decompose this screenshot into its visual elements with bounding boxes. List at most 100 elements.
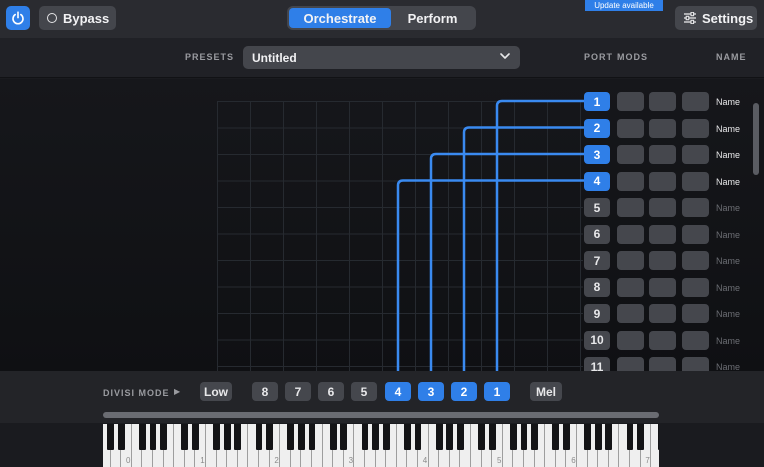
divisi-button-4[interactable]: 4 bbox=[385, 382, 411, 401]
divisi-button-low[interactable]: Low bbox=[200, 382, 232, 401]
port-name-2[interactable]: Name bbox=[716, 124, 740, 134]
port-button-7[interactable]: 7 bbox=[584, 251, 610, 270]
divisi-button-8[interactable]: 8 bbox=[252, 382, 278, 401]
mod-slot[interactable] bbox=[649, 198, 676, 217]
port-button-6[interactable]: 6 bbox=[584, 224, 610, 244]
black-key[interactable] bbox=[404, 424, 411, 450]
port-name-9[interactable]: Name bbox=[716, 309, 740, 319]
mod-slot[interactable] bbox=[682, 171, 709, 191]
black-key[interactable] bbox=[457, 424, 464, 450]
mod-slot[interactable] bbox=[682, 330, 709, 350]
power-button[interactable] bbox=[6, 6, 30, 30]
port-name-3[interactable]: Name bbox=[716, 150, 740, 160]
black-key[interactable] bbox=[563, 424, 570, 450]
port-name-4[interactable]: Name bbox=[716, 177, 740, 187]
black-key[interactable] bbox=[213, 424, 220, 450]
mod-slot[interactable] bbox=[682, 357, 709, 371]
divisi-button-2[interactable]: 2 bbox=[451, 382, 477, 401]
black-key[interactable] bbox=[255, 424, 263, 450]
mod-slot[interactable] bbox=[682, 118, 709, 138]
ports-scrollbar[interactable] bbox=[753, 103, 759, 175]
mod-slot[interactable] bbox=[682, 198, 709, 217]
black-key[interactable] bbox=[340, 424, 348, 450]
port-button-5[interactable]: 5 bbox=[584, 198, 610, 217]
mod-slot[interactable] bbox=[682, 277, 709, 297]
update-available-badge[interactable]: Update available bbox=[585, 0, 663, 11]
black-key[interactable] bbox=[192, 424, 199, 450]
black-key[interactable] bbox=[107, 424, 114, 450]
black-key[interactable] bbox=[520, 424, 528, 450]
black-key[interactable] bbox=[298, 424, 305, 450]
port-button-8[interactable]: 8 bbox=[584, 277, 610, 297]
black-key[interactable] bbox=[594, 424, 602, 450]
black-key[interactable] bbox=[361, 424, 369, 450]
key-range-slider[interactable] bbox=[103, 412, 659, 418]
black-key[interactable] bbox=[435, 424, 443, 450]
play-arrow-icon[interactable]: ▶ bbox=[174, 387, 180, 396]
tab-orchestrate[interactable]: Orchestrate bbox=[289, 8, 391, 28]
black-key[interactable] bbox=[626, 424, 634, 450]
divisi-button-1[interactable]: 1 bbox=[484, 382, 510, 401]
mod-slot[interactable] bbox=[682, 145, 709, 164]
black-key[interactable] bbox=[658, 424, 659, 450]
port-name-11[interactable]: Name bbox=[716, 362, 740, 371]
mod-slot[interactable] bbox=[617, 330, 644, 350]
mod-slot[interactable] bbox=[617, 92, 644, 111]
black-key[interactable] bbox=[266, 424, 273, 450]
port-button-4[interactable]: 4 bbox=[584, 171, 610, 191]
mod-slot[interactable] bbox=[682, 224, 709, 244]
mod-slot[interactable] bbox=[649, 145, 676, 164]
port-button-2[interactable]: 2 bbox=[584, 118, 610, 138]
piano-keyboard[interactable]: 0 1 2 3 4 5 6 7 bbox=[103, 424, 659, 467]
tab-perform[interactable]: Perform bbox=[391, 8, 474, 28]
mod-slot[interactable] bbox=[682, 304, 709, 323]
port-button-9[interactable]: 9 bbox=[584, 304, 610, 323]
port-name-7[interactable]: Name bbox=[716, 256, 740, 266]
settings-button[interactable]: Settings bbox=[675, 6, 757, 30]
bypass-button[interactable]: Bypass bbox=[39, 6, 116, 30]
port-button-11[interactable]: 11 bbox=[584, 357, 610, 371]
mod-slot[interactable] bbox=[682, 92, 709, 111]
mod-slot[interactable] bbox=[649, 224, 676, 244]
black-key[interactable] bbox=[160, 424, 167, 450]
mod-slot[interactable] bbox=[617, 198, 644, 217]
port-name-5[interactable]: Name bbox=[716, 203, 740, 213]
mod-slot[interactable] bbox=[617, 145, 644, 164]
port-name-6[interactable]: Name bbox=[716, 230, 740, 240]
black-key[interactable] bbox=[329, 424, 337, 450]
divisi-button-6[interactable]: 6 bbox=[318, 382, 344, 401]
black-key[interactable] bbox=[414, 424, 422, 450]
mod-slot[interactable] bbox=[649, 92, 676, 111]
black-key[interactable] bbox=[584, 424, 591, 450]
black-key[interactable] bbox=[382, 424, 390, 450]
port-button-3[interactable]: 3 bbox=[584, 145, 610, 164]
black-key[interactable] bbox=[117, 424, 125, 450]
black-key[interactable] bbox=[223, 424, 231, 450]
mod-slot[interactable] bbox=[649, 304, 676, 323]
black-key[interactable] bbox=[234, 424, 242, 450]
mod-slot[interactable] bbox=[649, 357, 676, 371]
mod-slot[interactable] bbox=[617, 304, 644, 323]
mod-slot[interactable] bbox=[617, 251, 644, 270]
black-key[interactable] bbox=[488, 424, 496, 450]
black-key[interactable] bbox=[552, 424, 560, 450]
divisi-button-5[interactable]: 5 bbox=[351, 382, 377, 401]
mod-slot[interactable] bbox=[682, 251, 709, 270]
divisi-button-7[interactable]: 7 bbox=[285, 382, 311, 401]
black-key[interactable] bbox=[605, 424, 613, 450]
black-key[interactable] bbox=[372, 424, 379, 450]
mod-slot[interactable] bbox=[617, 277, 644, 297]
black-key[interactable] bbox=[478, 424, 485, 450]
mod-slot[interactable] bbox=[617, 171, 644, 191]
port-name-1[interactable]: Name bbox=[716, 97, 740, 107]
mod-slot[interactable] bbox=[649, 118, 676, 138]
port-button-1[interactable]: 1 bbox=[584, 92, 610, 111]
preset-dropdown[interactable]: Untitled bbox=[243, 46, 520, 69]
mod-slot[interactable] bbox=[617, 357, 644, 371]
mod-slot[interactable] bbox=[649, 277, 676, 297]
divisi-button-mel[interactable]: Mel bbox=[530, 382, 562, 401]
mod-slot[interactable] bbox=[649, 330, 676, 350]
black-key[interactable] bbox=[181, 424, 189, 450]
mod-slot[interactable] bbox=[649, 251, 676, 270]
black-key[interactable] bbox=[308, 424, 316, 450]
